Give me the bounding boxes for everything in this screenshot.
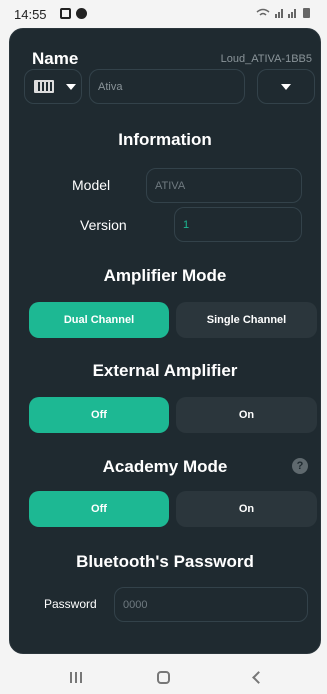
status-bar: 14:55 xyxy=(0,0,327,28)
academy-mode-title: Academy Mode xyxy=(102,457,228,476)
back-icon[interactable] xyxy=(252,671,265,684)
model-label: Model xyxy=(72,177,111,193)
help-icon[interactable]: ? xyxy=(292,458,308,474)
notification-icon xyxy=(76,8,87,19)
version-field[interactable]: 1 xyxy=(174,207,302,242)
gallery-icon xyxy=(60,8,71,19)
external-amp-off-button[interactable]: Off xyxy=(29,397,169,433)
name-dropdown-button[interactable] xyxy=(257,69,315,104)
model-field[interactable]: ATIVA xyxy=(146,168,302,203)
film-icon xyxy=(34,80,54,93)
single-channel-button[interactable]: Single Channel xyxy=(176,302,317,338)
password-label: Password xyxy=(44,597,97,611)
device-id: Loud_ATIVA-1BB5 xyxy=(220,53,312,65)
status-right-icons xyxy=(255,7,315,22)
academy-off-button[interactable]: Off xyxy=(29,491,169,527)
version-label: Version xyxy=(80,217,127,233)
status-left-icons xyxy=(60,8,87,19)
external-amplifier-title: External Amplifier xyxy=(92,361,238,380)
bluetooth-password-title: Bluetooth's Password xyxy=(76,552,254,571)
chevron-down-icon xyxy=(66,83,76,90)
dual-channel-button[interactable]: Dual Channel xyxy=(29,302,169,338)
system-nav-bar xyxy=(0,662,327,694)
chevron-down-icon xyxy=(281,83,291,90)
amplifier-mode-title: Amplifier Mode xyxy=(103,266,227,285)
icon-select[interactable] xyxy=(24,69,82,104)
information-title: Information xyxy=(118,130,212,149)
status-time: 14:55 xyxy=(14,7,47,22)
password-field[interactable]: 0000 xyxy=(114,587,308,622)
signal-battery-icon xyxy=(256,8,310,18)
external-amp-on-button[interactable]: On xyxy=(176,397,317,433)
settings-panel: Name Loud_ATIVA-1BB5 Ativa Information M… xyxy=(9,28,321,654)
name-input[interactable]: Ativa xyxy=(89,69,245,104)
academy-on-button[interactable]: On xyxy=(176,491,317,527)
home-icon[interactable] xyxy=(157,671,170,684)
recents-icon[interactable] xyxy=(70,672,82,683)
name-title: Name xyxy=(32,49,79,68)
